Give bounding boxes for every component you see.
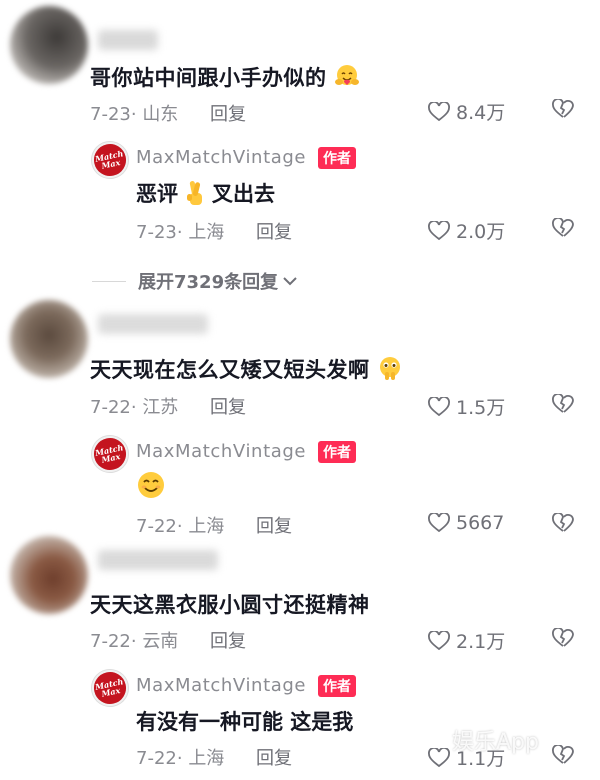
user-avatar[interactable] (10, 6, 88, 84)
reply-text (136, 470, 166, 500)
username-blurred[interactable] (98, 30, 158, 50)
like-count: 2.1万 (456, 631, 506, 653)
reply-button[interactable]: 回复 (256, 748, 292, 769)
user-avatar[interactable] (10, 536, 88, 614)
like-button[interactable]: 5667 (428, 512, 504, 534)
broken-heart-icon[interactable] (552, 745, 574, 765)
username-blurred[interactable] (98, 550, 218, 570)
user-avatar[interactable] (10, 300, 88, 378)
comment-meta: 7-23· 山东 回复 (90, 104, 247, 125)
author-name[interactable]: MaxMatchVintage (136, 147, 306, 168)
comment-location: 山东 (142, 104, 179, 125)
author-avatar-logo[interactable]: Match Max (88, 666, 132, 710)
comment-meta: 7-22· 江苏 回复 (90, 397, 247, 418)
author-avatar-logo[interactable]: Match Max (88, 432, 132, 476)
like-button[interactable]: 2.1万 (428, 627, 505, 654)
reply-meta: 7-22· 上海 回复 (136, 516, 293, 537)
reply-text: 有没有一种可能 这是我 (136, 710, 354, 734)
author-badge: 作者 (318, 441, 356, 463)
expand-label: 展开7329条回复 (138, 272, 279, 293)
reply-button[interactable]: 回复 (210, 631, 246, 652)
reply-text: 恶评 叉出去 (136, 178, 275, 208)
like-button[interactable]: 2.0万 (428, 217, 505, 244)
heart-icon (428, 101, 450, 121)
divider-line (92, 280, 126, 282)
author-avatar-logo[interactable]: Match Max (88, 138, 132, 182)
heart-icon (428, 630, 450, 650)
username-blurred[interactable] (98, 314, 208, 334)
reply-button[interactable]: 回复 (210, 104, 246, 125)
author-name[interactable]: MaxMatchVintage (136, 441, 306, 462)
reply-button[interactable]: 回复 (256, 222, 292, 243)
heart-icon (428, 747, 450, 767)
hug-face-icon (335, 65, 360, 85)
like-count: 1.5万 (456, 397, 506, 419)
comment-text: 天天这黑衣服小圆寸还挺精神 (90, 593, 370, 617)
pleading-hands-face-icon (380, 357, 401, 380)
broken-heart-icon[interactable] (552, 99, 574, 119)
crossed-fingers-icon (187, 181, 202, 205)
broken-heart-icon[interactable] (552, 628, 574, 648)
chevron-down-icon (283, 277, 297, 286)
comment-text: 天天现在怎么又矮又短头发啊 (90, 354, 403, 384)
reply-meta: 7-22· 上海 回复 (136, 748, 293, 769)
author-badge: 作者 (318, 675, 356, 697)
heart-icon (428, 396, 450, 416)
like-count: 8.4万 (456, 102, 506, 124)
broken-heart-icon[interactable] (552, 394, 574, 414)
broken-heart-icon[interactable] (552, 513, 574, 533)
author-badge: 作者 (318, 147, 356, 169)
like-count: 5667 (456, 512, 505, 534)
reply-button[interactable]: 回复 (210, 397, 246, 418)
smiling-face-icon (138, 472, 164, 498)
comment-text: 哥你站中间跟小手办似的 (90, 62, 360, 92)
heart-icon (428, 513, 450, 533)
watermark: 娱乐App (452, 730, 539, 755)
reply-meta: 7-23· 上海 回复 (136, 222, 293, 243)
expand-replies-button[interactable]: 展开7329条回复 (92, 268, 298, 294)
like-button[interactable]: 1.5万 (428, 393, 505, 420)
comment-date: 7-23 (90, 104, 131, 125)
like-count: 2.0万 (456, 221, 506, 243)
reply-button[interactable]: 回复 (256, 516, 292, 537)
author-name[interactable]: MaxMatchVintage (136, 675, 306, 696)
heart-icon (428, 220, 450, 240)
comment-meta: 7-22· 云南 回复 (90, 631, 247, 652)
broken-heart-icon[interactable] (552, 218, 574, 238)
like-button[interactable]: 8.4万 (428, 98, 505, 125)
